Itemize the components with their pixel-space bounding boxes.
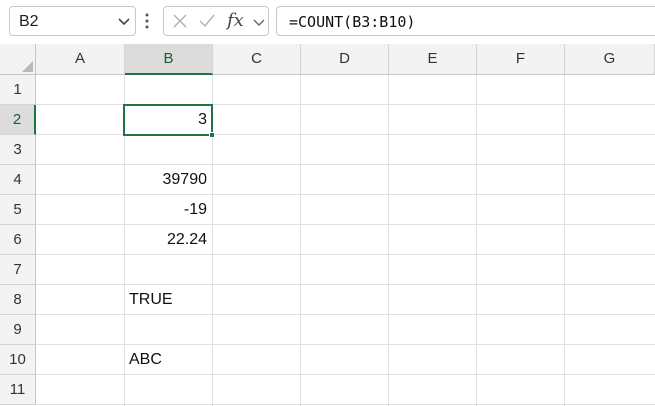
cell-b5[interactable]: -19 [125,195,212,225]
row-header-6[interactable]: 6 [0,225,36,255]
select-all-button[interactable] [0,44,36,75]
select-all-triangle-icon [22,61,33,72]
spreadsheet-app: B2 fx =COUNT(B3:B10) A B C D E F G 1 2 3… [0,0,655,406]
gridline [36,404,655,405]
cancel-icon[interactable] [172,13,188,29]
worksheet-grid: A B C D E F G 1 2 3 4 5 6 7 8 9 10 11 3 … [0,44,655,406]
name-box-value: B2 [19,13,39,30]
row-header-3[interactable]: 3 [0,135,36,165]
insert-function-icon[interactable]: fx [227,10,244,31]
column-header-e[interactable]: E [389,44,477,75]
chevron-down-icon[interactable] [117,16,131,28]
formula-text: =COUNT(B3:B10) [289,13,416,31]
formula-bar: B2 fx =COUNT(B3:B10) [0,0,655,44]
name-box[interactable]: B2 [9,6,136,36]
gridline [388,75,389,406]
gridline [476,75,477,406]
row-header-2[interactable]: 2 [0,105,36,135]
fill-handle[interactable] [209,132,215,138]
gridline [300,75,301,406]
row-header-11[interactable]: 11 [0,375,36,405]
column-header-a[interactable]: A [36,44,125,75]
active-cell-border [123,104,213,136]
column-header-d[interactable]: D [301,44,389,75]
cell-b8[interactable]: TRUE [124,285,212,315]
enter-check-icon[interactable] [198,13,216,29]
column-header-g[interactable]: G [565,44,655,75]
more-options-icon[interactable] [144,13,150,29]
cell-b4[interactable]: 39790 [125,165,212,195]
row-header-5[interactable]: 5 [0,195,36,225]
row-header-4[interactable]: 4 [0,165,36,195]
column-header-b[interactable]: B [125,44,213,75]
cell-b10[interactable]: ABC [124,345,212,375]
formula-actions: fx [163,6,269,36]
cell-b6[interactable]: 22.24 [125,225,212,255]
row-header-8[interactable]: 8 [0,285,36,315]
chevron-down-icon[interactable] [253,18,265,27]
gridline [564,75,565,406]
row-header-9[interactable]: 9 [0,315,36,345]
formula-input[interactable]: =COUNT(B3:B10) [276,6,655,36]
row-header-7[interactable]: 7 [0,255,36,285]
row-header-10[interactable]: 10 [0,345,36,375]
column-header-c[interactable]: C [213,44,301,75]
column-header-f[interactable]: F [477,44,565,75]
row-header-1[interactable]: 1 [0,75,36,105]
